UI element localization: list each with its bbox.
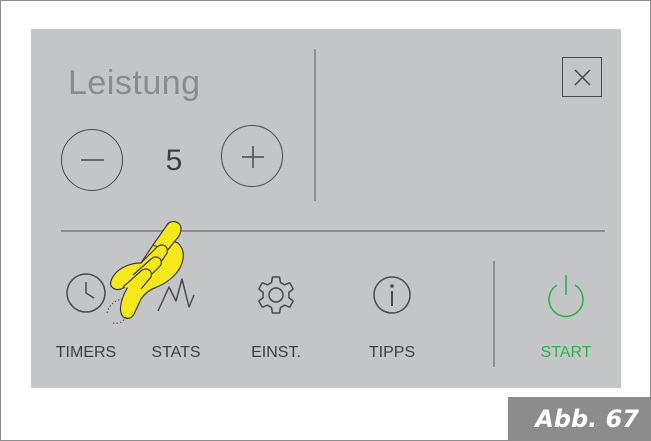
settings-icon [258,276,294,314]
start-divider [493,261,495,367]
nav-item-tips[interactable]: TIPPS [347,265,437,365]
vertical-divider [314,49,316,201]
power-value: 5 [165,144,183,177]
figure-label-badge: Abb. 67 [508,397,651,441]
close-button[interactable] [562,57,602,97]
start-button[interactable]: START [521,265,611,365]
decrease-power-button[interactable] [61,129,123,191]
increase-power-button[interactable] [221,125,283,187]
power-title: Leistung [68,64,201,102]
nav-item-settings[interactable]: EINST. [231,265,321,365]
start-label: START [540,344,592,361]
figure-label: Abb. 67 [535,405,639,433]
control-panel: Leistung 5 TIMERS STATS EINST. TIPPS STA… [31,29,621,388]
info-icon [373,276,411,314]
plus-icon [242,146,264,168]
minus-icon [81,159,104,161]
close-icon [574,69,591,86]
nav-label-tips: TIPPS [368,344,416,361]
pointing-hand-icon [106,220,184,324]
figure-frame: Leistung 5 TIMERS STATS EINST. TIPPS STA… [0,0,651,441]
nav-label-settings: EINST. [251,344,301,361]
power-icon [548,275,584,318]
